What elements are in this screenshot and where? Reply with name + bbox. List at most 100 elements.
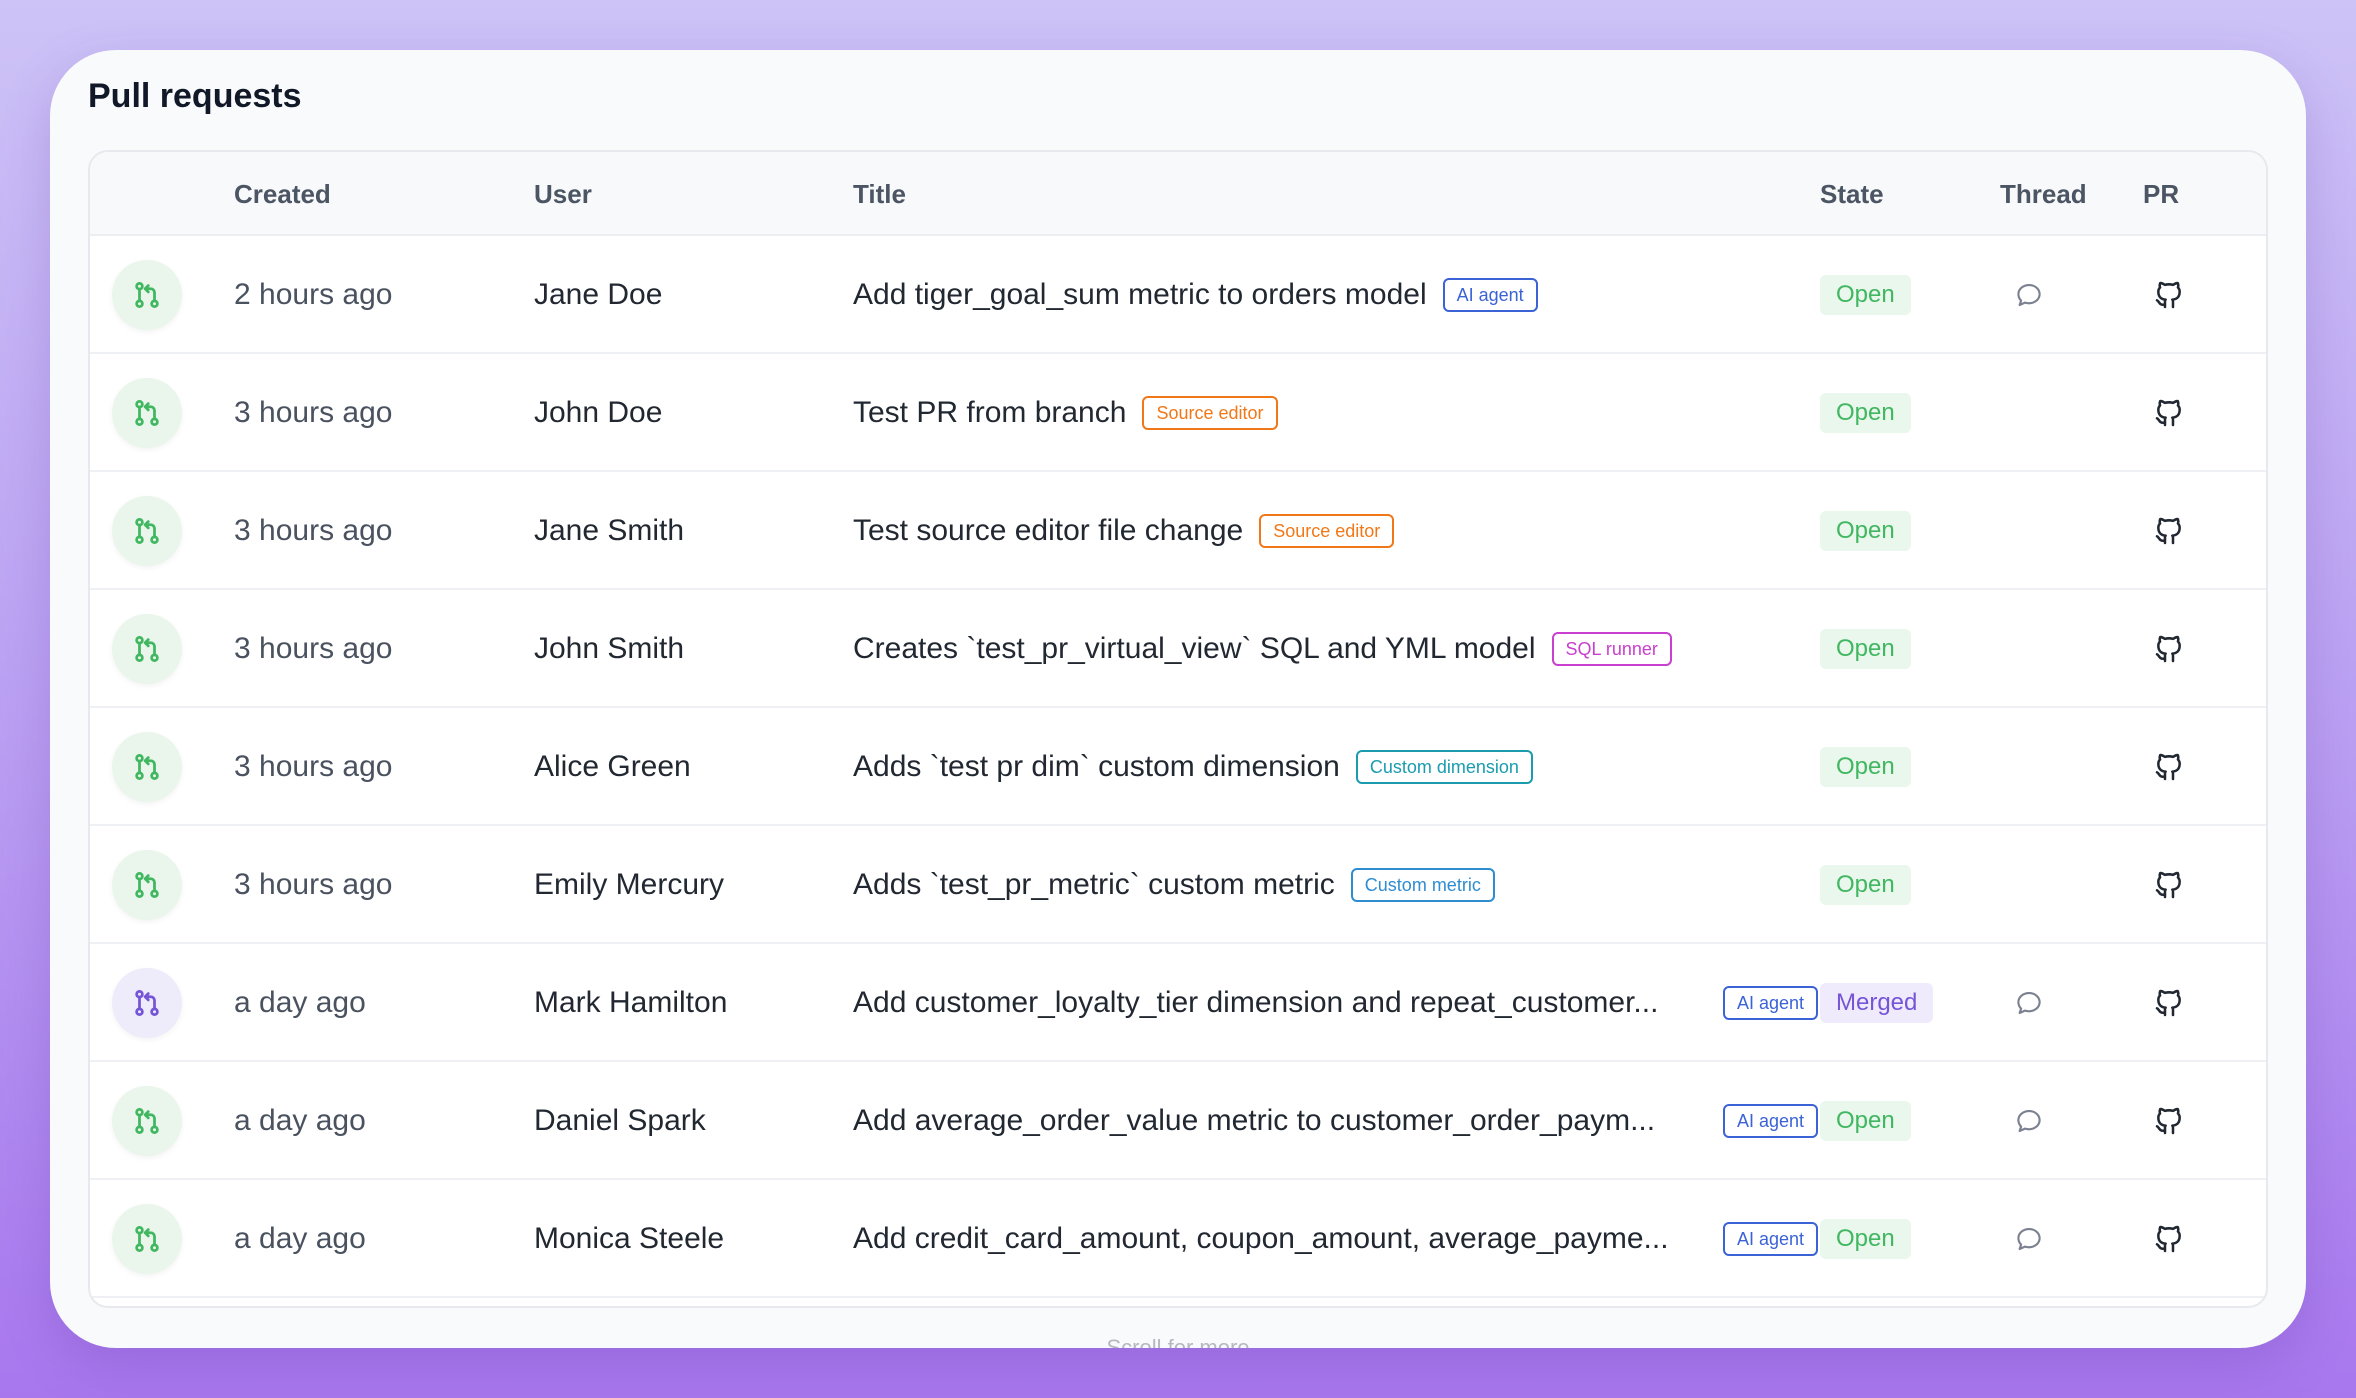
created-cell: 3 hours ago [234, 514, 393, 547]
source-tag: Custom dimension [1355, 750, 1533, 784]
created-cell: 3 hours ago [234, 868, 393, 901]
table-row[interactable]: 3 hours ago John Smith Creates `test_pr_… [90, 590, 2266, 708]
github-icon[interactable] [2153, 279, 2185, 311]
user-cell: Jane Smith [534, 514, 685, 547]
state-badge: Open [1820, 629, 1911, 669]
github-icon[interactable] [2153, 633, 2185, 665]
created-cell: a day ago [234, 986, 366, 1019]
github-icon[interactable] [2153, 869, 2185, 901]
github-icon[interactable] [2153, 397, 2185, 429]
state-badge: Open [1820, 275, 1911, 315]
table-row[interactable]: 2 hours ago Jane Doe Add tiger_goal_sum … [90, 236, 2266, 354]
title-cell[interactable]: Test source editor file change Source ed… [853, 472, 1818, 590]
pr-title[interactable]: Test PR from branch [853, 396, 1126, 430]
git-pull-request-icon [112, 732, 182, 802]
thread-cell [2014, 236, 2044, 354]
status-icon-cell [112, 472, 182, 590]
state-cell: Open [1820, 590, 1911, 708]
pr-title[interactable]: Test source editor file change [853, 514, 1243, 548]
pr-link-cell [2153, 472, 2185, 590]
created-cell: 3 hours ago [234, 396, 393, 429]
pr-title[interactable]: Add credit_card_amount, coupon_amount, a… [853, 1222, 1669, 1256]
created-cell: a day ago [234, 1104, 366, 1137]
state-badge: Open [1820, 1219, 1911, 1259]
table-row[interactable]: 3 hours ago Jane Smith Test source edito… [90, 472, 2266, 590]
comment-icon[interactable] [2014, 280, 2044, 310]
status-icon-cell [112, 590, 182, 708]
title-cell[interactable]: Add customer_loyalty_tier dimension and … [853, 944, 1818, 1062]
pr-link-cell [2153, 708, 2185, 826]
state-cell: Open [1820, 354, 1911, 472]
user-cell: Mark Hamilton [534, 986, 728, 1019]
pr-title[interactable]: Add average_order_value metric to custom… [853, 1104, 1655, 1138]
source-tag: AI agent [1722, 1104, 1818, 1138]
status-icon-cell [112, 944, 182, 1062]
column-header-pr[interactable]: PR [2143, 152, 2179, 236]
title-cell[interactable]: Add tiger_goal_sum metric to orders mode… [853, 236, 1818, 354]
state-badge: Open [1820, 747, 1911, 787]
github-icon[interactable] [2153, 1223, 2185, 1255]
status-icon-cell [112, 354, 182, 472]
pr-title[interactable]: Adds `test_pr_metric` custom metric [853, 868, 1335, 902]
table-row[interactable]: 3 hours ago John Doe Test PR from branch… [90, 354, 2266, 472]
created-cell: 3 hours ago [234, 750, 393, 783]
table-row[interactable]: a day ago Monica Steele Add credit_card_… [90, 1180, 2266, 1298]
column-header-user[interactable]: User [534, 152, 592, 236]
pr-title[interactable]: Add customer_loyalty_tier dimension and … [853, 986, 1658, 1020]
created-cell: 2 hours ago [234, 278, 393, 311]
pr-title[interactable]: Add tiger_goal_sum metric to orders mode… [853, 278, 1427, 312]
comment-icon[interactable] [2014, 1106, 2044, 1136]
github-icon[interactable] [2153, 751, 2185, 783]
git-pull-request-icon [112, 1204, 182, 1274]
state-cell: Open [1820, 708, 1911, 826]
title-cell[interactable]: Test PR from branch Source editor [853, 354, 1818, 472]
git-pull-request-icon [112, 260, 182, 330]
github-icon[interactable] [2153, 515, 2185, 547]
state-cell: Open [1820, 1180, 1911, 1298]
comment-icon[interactable] [2014, 1224, 2044, 1254]
column-header-title[interactable]: Title [853, 152, 906, 236]
comment-icon[interactable] [2014, 988, 2044, 1018]
pr-link-cell [2153, 1180, 2185, 1298]
github-icon[interactable] [2153, 1105, 2185, 1137]
pr-link-cell [2153, 1062, 2185, 1180]
state-badge: Merged [1820, 983, 1934, 1023]
table-body: 2 hours ago Jane Doe Add tiger_goal_sum … [90, 236, 2266, 1298]
state-cell: Open [1820, 472, 1911, 590]
status-icon-cell [112, 1062, 182, 1180]
pr-title[interactable]: Adds `test pr dim` custom dimension [853, 750, 1340, 784]
state-cell: Open [1820, 1062, 1911, 1180]
github-icon[interactable] [2153, 987, 2185, 1019]
status-icon-cell [112, 826, 182, 944]
column-header-created[interactable]: Created [234, 152, 331, 236]
title-cell[interactable]: Add credit_card_amount, coupon_amount, a… [853, 1180, 1818, 1298]
source-tag: AI agent [1722, 1222, 1818, 1256]
pr-link-cell [2153, 944, 2185, 1062]
source-tag: Source editor [1259, 514, 1395, 548]
thread-cell [2014, 944, 2044, 1062]
table-row[interactable]: a day ago Daniel Spark Add average_order… [90, 1062, 2266, 1180]
pr-link-cell [2153, 354, 2185, 472]
table-header: Created User Title State Thread PR [90, 152, 2266, 236]
table-row[interactable]: a day ago Mark Hamilton Add customer_loy… [90, 944, 2266, 1062]
title-cell[interactable]: Add average_order_value metric to custom… [853, 1062, 1818, 1180]
pr-title[interactable]: Creates `test_pr_virtual_view` SQL and Y… [853, 632, 1536, 666]
git-pull-request-icon [112, 614, 182, 684]
user-cell: John Smith [534, 632, 685, 665]
source-tag: AI agent [1722, 986, 1818, 1020]
user-cell: Alice Green [534, 750, 691, 783]
table-row[interactable]: 3 hours ago Alice Green Adds `test pr di… [90, 708, 2266, 826]
state-badge: Open [1820, 393, 1911, 433]
state-cell: Open [1820, 236, 1911, 354]
pr-link-cell [2153, 826, 2185, 944]
table-row[interactable]: 3 hours ago Emily Mercury Adds `test_pr_… [90, 826, 2266, 944]
status-icon-cell [112, 708, 182, 826]
title-cell[interactable]: Adds `test_pr_metric` custom metric Cust… [853, 826, 1818, 944]
pull-requests-card: Pull requests Created User Title State T… [50, 50, 2306, 1348]
title-cell[interactable]: Adds `test pr dim` custom dimension Cust… [853, 708, 1818, 826]
title-cell[interactable]: Creates `test_pr_virtual_view` SQL and Y… [853, 590, 1818, 708]
column-header-thread[interactable]: Thread [2000, 152, 2087, 236]
git-merge-icon [112, 968, 182, 1038]
column-header-state[interactable]: State [1820, 152, 1884, 236]
user-cell: Monica Steele [534, 1222, 725, 1255]
